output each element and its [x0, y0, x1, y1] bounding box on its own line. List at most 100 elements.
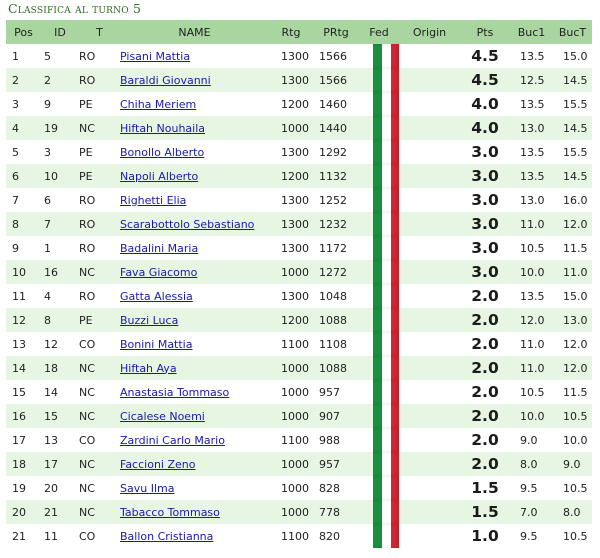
- italy-flag-icon: [373, 188, 399, 212]
- buchholz-cut1-cell: 13.5: [520, 289, 545, 303]
- performance-rating-cell: 1272: [319, 265, 347, 279]
- player-name-link[interactable]: Bonollo Alberto: [120, 146, 204, 159]
- origin-cell: [399, 380, 460, 404]
- buchholz-cut1-cell: 13.5: [520, 145, 545, 159]
- club-code-cell: NC: [79, 457, 95, 471]
- player-name-cell: Bonollo Alberto: [120, 140, 269, 164]
- federation-cell: [359, 404, 399, 428]
- buchholz-total-cell: 14.5: [563, 121, 588, 135]
- position-cell: 10: [12, 265, 26, 279]
- player-id-cell: 16: [44, 265, 58, 279]
- buchholz-total-cell: 11.0: [563, 265, 588, 279]
- federation-cell: [359, 500, 399, 524]
- player-name-link[interactable]: Napoli Alberto: [120, 170, 198, 183]
- standings-body: 1 5 RO Pisani Mattia 1300 1566 4.5 13.5 15.0 2 2 RO…: [6, 44, 592, 548]
- buchholz-total-cell: 10.5: [563, 529, 588, 543]
- federation-cell: [359, 308, 399, 332]
- player-id-cell: 8: [44, 313, 51, 327]
- page-title: Classifica al turno 5: [8, 1, 142, 16]
- player-name-link[interactable]: Badalini Maria: [120, 242, 198, 255]
- rating-cell: 1300: [281, 241, 309, 255]
- player-name-link[interactable]: Hiftah Nouhaila: [120, 122, 205, 135]
- italy-flag-icon: [373, 524, 399, 548]
- buchholz-cut1-cell: 10.0: [520, 409, 545, 423]
- origin-cell: [399, 188, 460, 212]
- player-id-cell: 1: [44, 241, 51, 255]
- italy-flag-icon: [373, 212, 399, 236]
- table-row: 11 4 RO Gatta Alessia 1300 1048 2.0 13.5 15.0: [6, 284, 592, 308]
- club-code-cell: NC: [79, 265, 95, 279]
- buchholz-total-cell: 10.5: [563, 481, 588, 495]
- position-cell: 14: [12, 361, 26, 375]
- player-name-link[interactable]: Anastasia Tommaso: [120, 386, 229, 399]
- table-row: 2 2 RO Baraldi Giovanni 1300 1566 4.5 12.5 14.5: [6, 68, 592, 92]
- federation-cell: [359, 236, 399, 260]
- federation-cell: [359, 356, 399, 380]
- player-name-cell: Bonini Mattia: [120, 332, 269, 356]
- player-name-link[interactable]: Gatta Alessia: [120, 290, 193, 303]
- club-code-cell: NC: [79, 481, 95, 495]
- buchholz-total-cell: 14.5: [563, 169, 588, 183]
- performance-rating-cell: 1566: [319, 49, 347, 63]
- table-row: 8 7 RO Scarabottolo Sebastiano 1300 1232 3.0 11…: [6, 212, 592, 236]
- performance-rating-cell: 988: [319, 433, 340, 447]
- buchholz-cut1-cell: 10.5: [520, 241, 545, 255]
- column-header-id: ID: [54, 25, 66, 39]
- points-cell: 2.0: [471, 455, 499, 473]
- buchholz-cut1-cell: 11.0: [520, 217, 545, 231]
- player-name-cell: Gatta Alessia: [120, 284, 269, 308]
- points-cell: 2.0: [471, 359, 499, 377]
- buchholz-cut1-cell: 9.0: [520, 433, 538, 447]
- player-name-link[interactable]: Fava Giacomo: [120, 266, 197, 279]
- player-name-link[interactable]: Tabacco Tommaso: [120, 506, 220, 519]
- buchholz-total-cell: 13.0: [563, 313, 588, 327]
- player-name-link[interactable]: Hiftah Aya: [120, 362, 177, 375]
- performance-rating-cell: 820: [319, 529, 340, 543]
- buchholz-total-cell: 15.5: [563, 97, 588, 111]
- rating-cell: 1000: [281, 265, 309, 279]
- table-row: 7 6 RO Righetti Elia 1300 1252 3.0 13.0 16.0: [6, 188, 592, 212]
- rating-cell: 1000: [281, 409, 309, 423]
- player-name-cell: Hiftah Nouhaila: [120, 116, 269, 140]
- player-name-link[interactable]: Scarabottolo Sebastiano: [120, 218, 254, 231]
- federation-cell: [359, 212, 399, 236]
- buchholz-cut1-cell: 13.5: [520, 97, 545, 111]
- player-name-cell: Napoli Alberto: [120, 164, 269, 188]
- club-code-cell: CO: [79, 337, 96, 351]
- points-cell: 1.5: [471, 479, 499, 497]
- player-id-cell: 10: [44, 169, 58, 183]
- italy-flag-icon: [373, 92, 399, 116]
- italy-flag-icon: [373, 44, 399, 68]
- player-name-link[interactable]: Pisani Mattia: [120, 50, 190, 63]
- column-header-name: NAME: [178, 25, 211, 39]
- table-row: 5 3 PE Bonollo Alberto 1300 1292 3.0 13.5 15.5: [6, 140, 592, 164]
- rating-cell: 1000: [281, 505, 309, 519]
- club-code-cell: PE: [79, 313, 93, 327]
- italy-flag-icon: [373, 260, 399, 284]
- club-code-cell: PE: [79, 97, 93, 111]
- player-id-cell: 19: [44, 121, 58, 135]
- player-name-link[interactable]: Chiha Meriem: [120, 98, 196, 111]
- player-name-link[interactable]: Savu Ilma: [120, 482, 174, 495]
- player-name-link[interactable]: Buzzi Luca: [120, 314, 178, 327]
- player-name-link[interactable]: Faccioni Zeno: [120, 458, 195, 471]
- player-name-link[interactable]: Bonini Mattia: [120, 338, 192, 351]
- player-name-link[interactable]: Ballon Cristianna: [120, 530, 213, 543]
- performance-rating-cell: 1048: [319, 289, 347, 303]
- federation-cell: [359, 68, 399, 92]
- buchholz-cut1-cell: 13.0: [520, 193, 545, 207]
- buchholz-total-cell: 10.0: [563, 433, 588, 447]
- column-header-prtg: PRtg: [323, 25, 349, 39]
- club-code-cell: PE: [79, 145, 93, 159]
- player-id-cell: 21: [44, 505, 58, 519]
- player-name-cell: Scarabottolo Sebastiano: [120, 212, 269, 236]
- italy-flag-icon: [373, 452, 399, 476]
- player-name-link[interactable]: Cicalese Noemi: [120, 410, 205, 423]
- player-name-link[interactable]: Baraldi Giovanni: [120, 74, 211, 87]
- origin-cell: [399, 332, 460, 356]
- player-name-link[interactable]: Righetti Elia: [120, 194, 186, 207]
- player-name-link[interactable]: Zardini Carlo Mario: [120, 434, 225, 447]
- position-cell: 21: [12, 529, 26, 543]
- origin-cell: [399, 284, 460, 308]
- player-name-cell: Ballon Cristianna: [120, 524, 269, 548]
